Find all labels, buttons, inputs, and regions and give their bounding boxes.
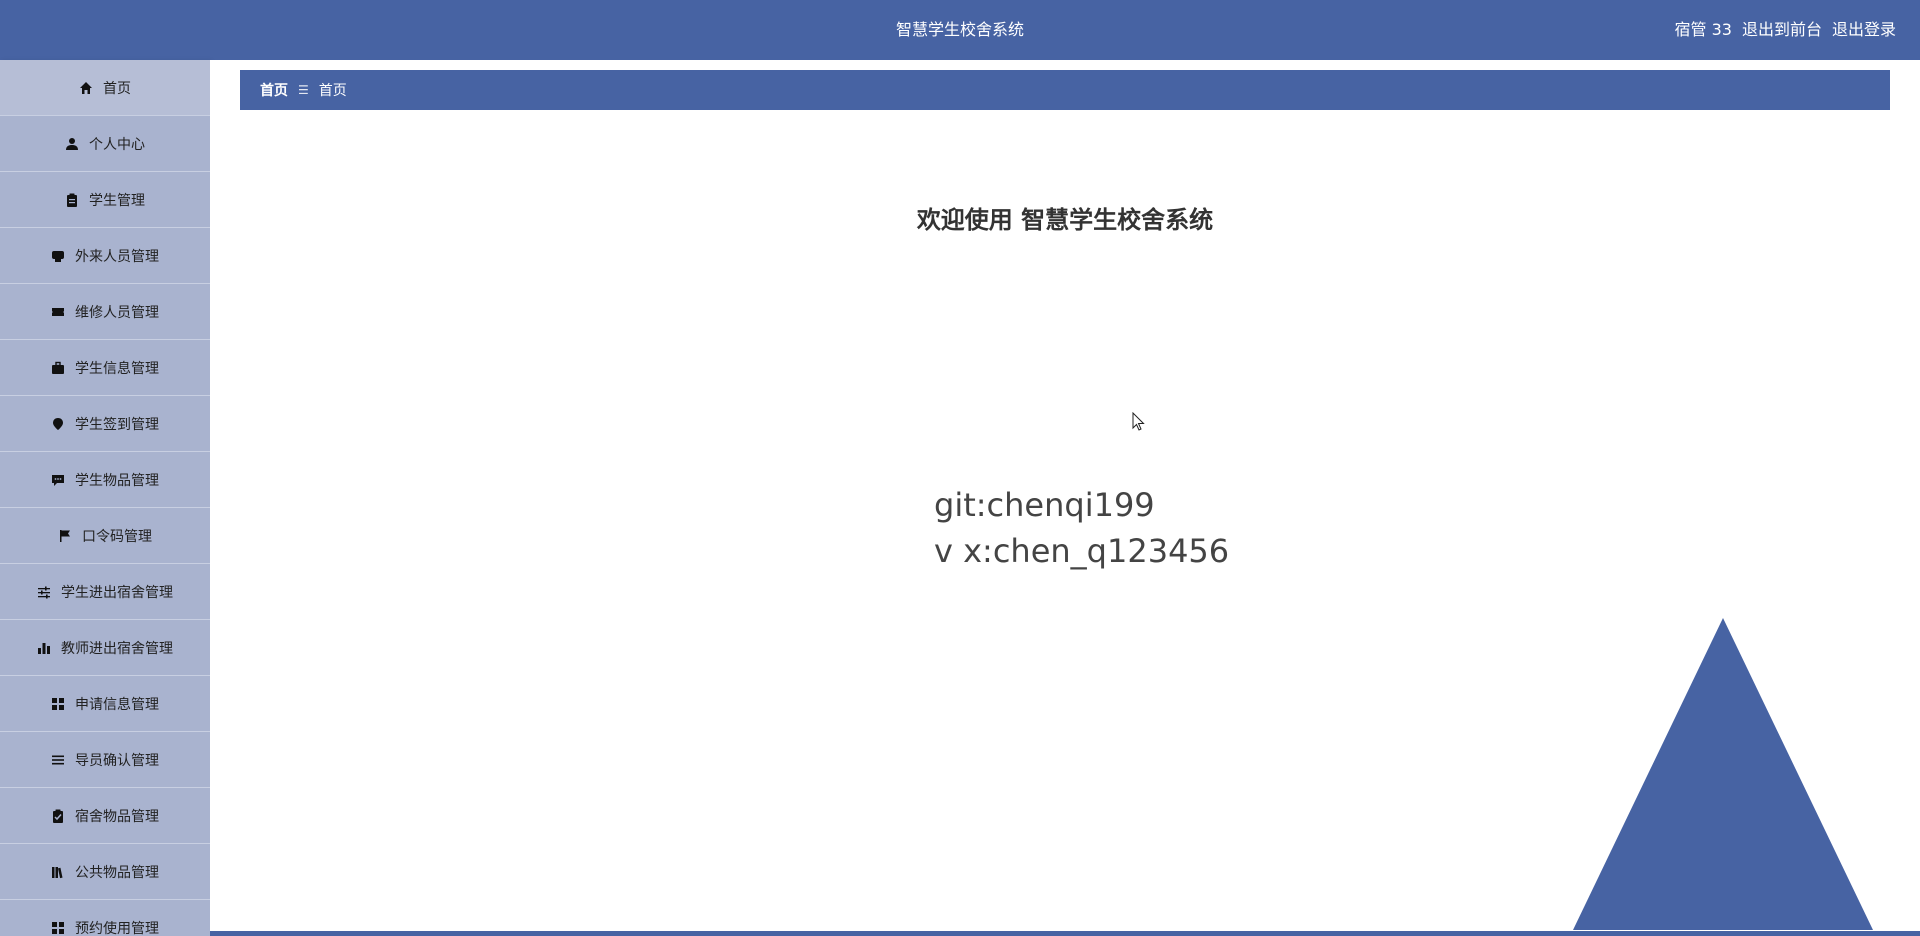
- sidebar-item-checkin[interactable]: 学生签到管理: [0, 396, 210, 452]
- sidebar-item-student-items[interactable]: 学生物品管理: [0, 452, 210, 508]
- sidebar-item-label: 学生管理: [89, 192, 145, 209]
- briefcase-icon: [51, 361, 65, 375]
- sidebar-item-label: 学生物品管理: [75, 472, 159, 489]
- clipboard-icon: [65, 193, 79, 207]
- sidebar-item-dorm-items[interactable]: 宿舍物品管理: [0, 788, 210, 844]
- exit-to-front-link[interactable]: 退出到前台: [1742, 0, 1822, 60]
- ticket-icon: [51, 305, 65, 319]
- user-name: 宿管 33: [1674, 20, 1732, 39]
- checklist-icon: [51, 809, 65, 823]
- sidebar-item-home[interactable]: 首页: [0, 60, 210, 116]
- top-bar: 智慧学生校舍系统 宿管 33 退出到前台 退出登录: [0, 0, 1920, 60]
- sidebar-item-profile[interactable]: 个人中心: [0, 116, 210, 172]
- app-title: 智慧学生校舍系统: [895, 20, 1024, 39]
- breadcrumb-home[interactable]: 首页: [260, 80, 288, 100]
- sidebar-item-student-dorm-access[interactable]: 学生进出宿舍管理: [0, 564, 210, 620]
- sidebar-item-label: 宿舍物品管理: [75, 808, 159, 825]
- sidebar-item-label: 个人中心: [89, 136, 145, 153]
- user-actions: 宿管 33 退出到前台 退出登录: [1675, 0, 1896, 60]
- breadcrumb: 首页 ☰ 首页: [240, 70, 1890, 110]
- breadcrumb-separator-icon: ☰: [298, 83, 309, 97]
- contact-git: git:chenqi199: [934, 486, 1155, 524]
- bar-chart-icon: [37, 641, 51, 655]
- sidebar-item-label: 申请信息管理: [75, 696, 159, 713]
- sidebar-item-label: 公共物品管理: [75, 864, 159, 881]
- books-icon: [51, 865, 65, 879]
- contact-wechat: v x:chen_q123456: [934, 532, 1230, 570]
- sidebar-item-public-items[interactable]: 公共物品管理: [0, 844, 210, 900]
- sidebar-item-label: 维修人员管理: [75, 304, 159, 321]
- tag-icon: [51, 249, 65, 263]
- list-icon: [51, 753, 65, 767]
- sidebar-item-label: 外来人员管理: [75, 248, 159, 265]
- grid-icon: [51, 697, 65, 711]
- sidebar-item-label: 教师进出宿舍管理: [61, 640, 173, 657]
- mouse-cursor-icon: [1132, 412, 1145, 431]
- sidebar-item-counselor-confirm[interactable]: 导员确认管理: [0, 732, 210, 788]
- location-icon: [51, 417, 65, 431]
- sidebar-item-visitors[interactable]: 外来人员管理: [0, 228, 210, 284]
- contact-info: git:chenqi199 v x:chen_q123456: [934, 482, 1229, 574]
- sidebar-item-label: 首页: [103, 80, 131, 97]
- sidebar-item-applications[interactable]: 申请信息管理: [0, 676, 210, 732]
- sidebar-item-label: 学生进出宿舍管理: [61, 584, 173, 601]
- sidebar-item-reservations[interactable]: 预约使用管理: [0, 900, 210, 936]
- sidebar-item-label: 学生签到管理: [75, 416, 159, 433]
- user-icon: [65, 137, 79, 151]
- bottom-border: [210, 931, 1920, 936]
- sidebar-item-label: 导员确认管理: [75, 752, 159, 769]
- sidebar-menu: 首页 个人中心 学生管理 外来人员管理 维修人员管理 学生信息管理 学生签到管理…: [0, 60, 210, 936]
- sidebar-item-teacher-dorm-access[interactable]: 教师进出宿舍管理: [0, 620, 210, 676]
- sidebar-item-label: 预约使用管理: [75, 920, 159, 936]
- breadcrumb-current: 首页: [318, 83, 347, 99]
- sidebar-item-repair-staff[interactable]: 维修人员管理: [0, 284, 210, 340]
- chat-icon: [51, 473, 65, 487]
- flag-icon: [58, 529, 72, 543]
- sidebar-item-label: 学生信息管理: [75, 360, 159, 377]
- logout-link[interactable]: 退出登录: [1832, 0, 1896, 60]
- home-icon: [79, 81, 93, 95]
- welcome-heading: 欢迎使用 智慧学生校舍系统: [916, 206, 1214, 234]
- sidebar-item-passcode[interactable]: 口令码管理: [0, 508, 210, 564]
- sidebar-item-label: 口令码管理: [82, 528, 152, 545]
- sliders-icon: [37, 585, 51, 599]
- sidebar-item-student-info[interactable]: 学生信息管理: [0, 340, 210, 396]
- grid-icon: [51, 921, 65, 935]
- sidebar-item-students[interactable]: 学生管理: [0, 172, 210, 228]
- decorative-triangle: [1573, 618, 1873, 930]
